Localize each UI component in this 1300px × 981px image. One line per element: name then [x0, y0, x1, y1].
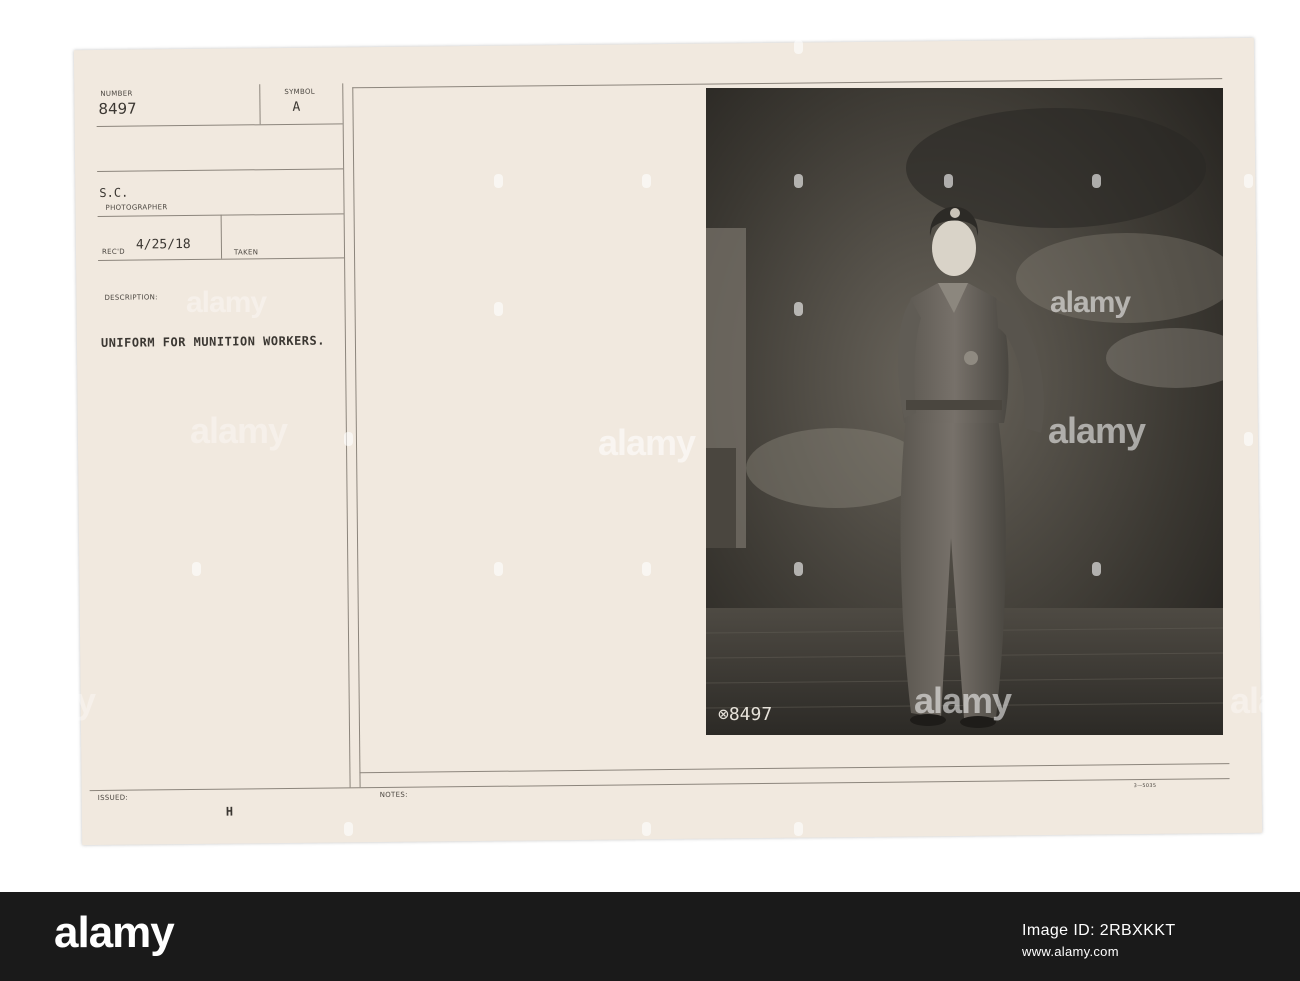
photographer-label: PHOTOGRAPHER	[105, 203, 168, 212]
recd-value: 4/25/18	[135, 236, 191, 253]
watermark-mark	[494, 302, 503, 316]
photo-illustration	[706, 88, 1223, 735]
watermark-mark	[794, 822, 803, 836]
watermark-mark	[794, 302, 803, 316]
form-rule	[96, 123, 343, 127]
watermark-mark	[44, 432, 53, 446]
watermark-mark	[344, 822, 353, 836]
watermark-mark	[494, 174, 503, 188]
watermark-mark	[794, 562, 803, 576]
watermark-mark	[642, 822, 651, 836]
image-id: Image ID: 2RBXKKT	[1022, 922, 1176, 939]
watermark-mark	[192, 562, 201, 576]
watermark-mark	[1092, 174, 1101, 188]
watermark-text: alamy	[0, 680, 96, 721]
photographer-value: S.C.	[99, 185, 129, 200]
watermark-mark	[642, 174, 651, 188]
frame-rule	[352, 87, 361, 788]
negative-number: ⊗8497	[718, 704, 773, 725]
form-rule	[220, 214, 223, 259]
symbol-value: A	[292, 99, 301, 115]
form-rule	[97, 168, 344, 172]
watermark-mark	[1244, 432, 1253, 446]
watermark-mark	[794, 40, 803, 54]
watermark-mark	[944, 174, 953, 188]
watermark-mark	[1244, 174, 1253, 188]
watermark-text: alamy	[598, 422, 696, 463]
number-label: NUMBER	[100, 89, 133, 98]
photograph	[706, 88, 1223, 735]
alamy-logo[interactable]: alamy	[54, 908, 175, 958]
recd-label: REC'D	[101, 247, 126, 256]
form-rule	[98, 257, 345, 261]
watermark-mark	[344, 432, 353, 446]
watermark-mark	[44, 174, 53, 188]
watermark-mark	[794, 174, 803, 188]
watermark-mark	[494, 562, 503, 576]
number-value: 8497	[98, 99, 137, 118]
watermark-mark	[1092, 562, 1101, 576]
frame-rule	[352, 78, 1223, 89]
watermark-text: alamy	[190, 410, 288, 451]
issued-label: ISSUED:	[97, 793, 129, 802]
frame-rule	[359, 763, 1230, 774]
form-code: 3—5035	[1133, 782, 1157, 790]
site-url[interactable]: www.alamy.com	[1022, 944, 1119, 959]
symbol-label: SYMBOL	[284, 87, 316, 96]
watermark-text: alamy	[1048, 410, 1146, 451]
watermark-text: alamy	[1230, 680, 1300, 721]
taken-label: TAKEN	[233, 248, 259, 257]
watermark-text: alamy	[914, 680, 1012, 721]
watermark-text: alamy	[1050, 286, 1131, 319]
notes-label: NOTES:	[379, 790, 408, 800]
description-label: DESCRIPTION:	[104, 293, 158, 302]
form-rule	[259, 84, 261, 125]
frame-rule	[89, 778, 1230, 792]
issued-value: H	[225, 804, 234, 819]
description-text: UNIFORM FOR MUNITION WORKERS.	[100, 333, 326, 350]
watermark-mark	[642, 562, 651, 576]
watermark-text: alamy	[186, 286, 267, 319]
